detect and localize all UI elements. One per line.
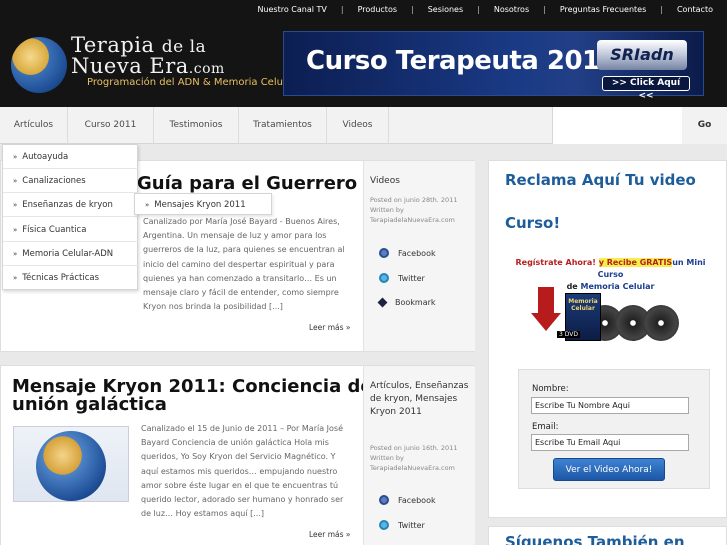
promo-banner[interactable]: Curso Terapeuta 2011 SRIadn >> Click Aqu… [283,31,704,101]
post-author: TerapiadelaNuevaEra.com [370,464,455,472]
chevron-right-icon: » [13,201,18,209]
name-field[interactable]: Escribe Tu Nombre Aqui [531,397,689,414]
share-facebook[interactable]: Facebook [379,495,436,505]
chevron-right-icon: » [13,177,18,185]
twitter-icon [379,520,389,530]
read-more-link[interactable]: Leer más » [309,323,351,332]
widget-title: Reclama Aquí Tu video [505,171,696,189]
topnav-productos[interactable]: Productos [344,5,411,14]
email-label: Email: [532,422,559,432]
share-bookmark[interactable]: Bookmark [377,297,436,308]
submenu-item-mensajes-kryon[interactable]: » Mensajes Kryon 2011 [134,193,272,215]
post-written-by: Written by [370,454,404,462]
top-navigation: Nuestro Canal TV | Productos | Sesiones | N… [243,0,727,18]
facebook-icon [379,495,389,505]
dropdown-item-ensenanzas[interactable]: » Enseñanzas de kryon [3,193,139,217]
email-field[interactable]: Escribe Tu Email Aqui [531,434,689,451]
header: Nuestro Canal TV | Productos | Sesiones | N… [0,0,727,107]
dvd-label: 3 DVD [557,331,580,338]
topnav-nosotros[interactable]: Nosotros [480,5,543,14]
signup-form: Nombre: Escribe Tu Nombre Aqui Email: Es… [518,369,710,489]
submit-button[interactable]: Ver el Video Ahora! [553,458,665,481]
post-category[interactable]: Videos [370,175,400,188]
globe-image [36,431,106,501]
post-date: Posted on junio 16th. 2011 [370,444,458,452]
topnav-preguntas[interactable]: Preguntas Frecuentes [546,5,660,14]
dvd-product-image: Memoria Celular 3 DVD [557,293,687,345]
post-category[interactable]: Artículos, Enseñanzas de kryon, Mensajes… [370,380,470,419]
banner-click-button[interactable]: >> Click Aquí << [602,76,690,101]
chevron-right-icon: » [145,201,150,209]
post-excerpt: Canalizado el 15 de Junio de 2011 – Por … [141,424,344,519]
post-thumbnail[interactable] [13,426,129,502]
topnav-contacto[interactable]: Contacto [663,5,727,14]
dropdown-item-autoayuda[interactable]: » Autoayuda [3,145,139,169]
chevron-right-icon: » [13,274,18,282]
name-label: Nombre: [532,384,569,394]
nav-testimonios[interactable]: Testimonios [154,107,239,144]
post-meta-column: Artículos, Enseñanzas de kryon, Mensajes… [363,366,475,545]
post-card: Mensaje Kryon 2011: Conciencia de unión … [0,365,475,545]
nav-tratamientos[interactable]: Tratamientos [239,107,327,144]
post-title[interactable]: Mensaje Kryon 2011: Conciencia de unión … [12,378,373,414]
post-date: Posted on junio 28th. 2011 [370,196,458,204]
site-logo[interactable]: Terapia de la Nueva Era.com Programación… [11,33,296,93]
dropdown-item-tecnicas[interactable]: » Técnicas Prácticas [3,266,139,290]
share-twitter[interactable]: Twitter [379,520,425,530]
share-facebook[interactable]: Facebook [379,248,436,258]
follow-widget: Síguenos También en [488,526,727,545]
post-meta-column: Videos Posted on junio 28th. 2011 Writte… [363,161,475,351]
read-more-link[interactable]: Leer más » [309,530,351,539]
post-author: TerapiadelaNuevaEra.com [370,216,455,224]
logo-line2: Nueva Era.com [71,54,225,78]
widget-title-2: Curso! [505,214,561,232]
follow-title: Síguenos También en [505,533,685,545]
signup-widget: Reclama Aquí Tu video Curso! Regístrate … [488,160,727,518]
dropdown-item-memoria[interactable]: » Memoria Celular-ADN [3,242,139,266]
dropdown-item-canalizaciones[interactable]: » Canalizaciones [3,169,139,193]
post-written-by: Written by [370,206,404,214]
search-go-button[interactable]: Go [682,107,727,144]
globe-icon [11,37,67,93]
facebook-icon [379,248,389,258]
bookmark-icon [377,297,388,308]
banner-badge: SRIadn [597,40,687,70]
nav-articulos[interactable]: Artículos [0,107,68,144]
dropdown-item-fisica[interactable]: » Física Cuantica [3,218,139,242]
search-input[interactable] [552,107,682,144]
post-title[interactable]: Guía para el Guerrero [137,173,357,194]
twitter-icon [379,273,389,283]
nav-curso-2011[interactable]: Curso 2011 [68,107,154,144]
topnav-sesiones[interactable]: Sesiones [414,5,477,14]
post-excerpt: Canalizado por María José Bayard - Bueno… [143,217,345,312]
dvd-disc [643,305,679,341]
banner-title: Curso Terapeuta 2011 [306,46,618,76]
chevron-right-icon: » [13,226,18,234]
chevron-right-icon: » [13,250,18,258]
share-twitter[interactable]: Twitter [379,273,425,283]
articulos-dropdown: » Autoayuda » Canalizaciones » Enseñanzas d… [2,144,139,290]
nav-videos[interactable]: Videos [327,107,389,144]
chevron-right-icon: » [13,153,18,161]
topnav-canal-tv[interactable]: Nuestro Canal TV [243,5,340,14]
logo-tagline: Programación del ADN & Memoria Celular [87,77,296,88]
